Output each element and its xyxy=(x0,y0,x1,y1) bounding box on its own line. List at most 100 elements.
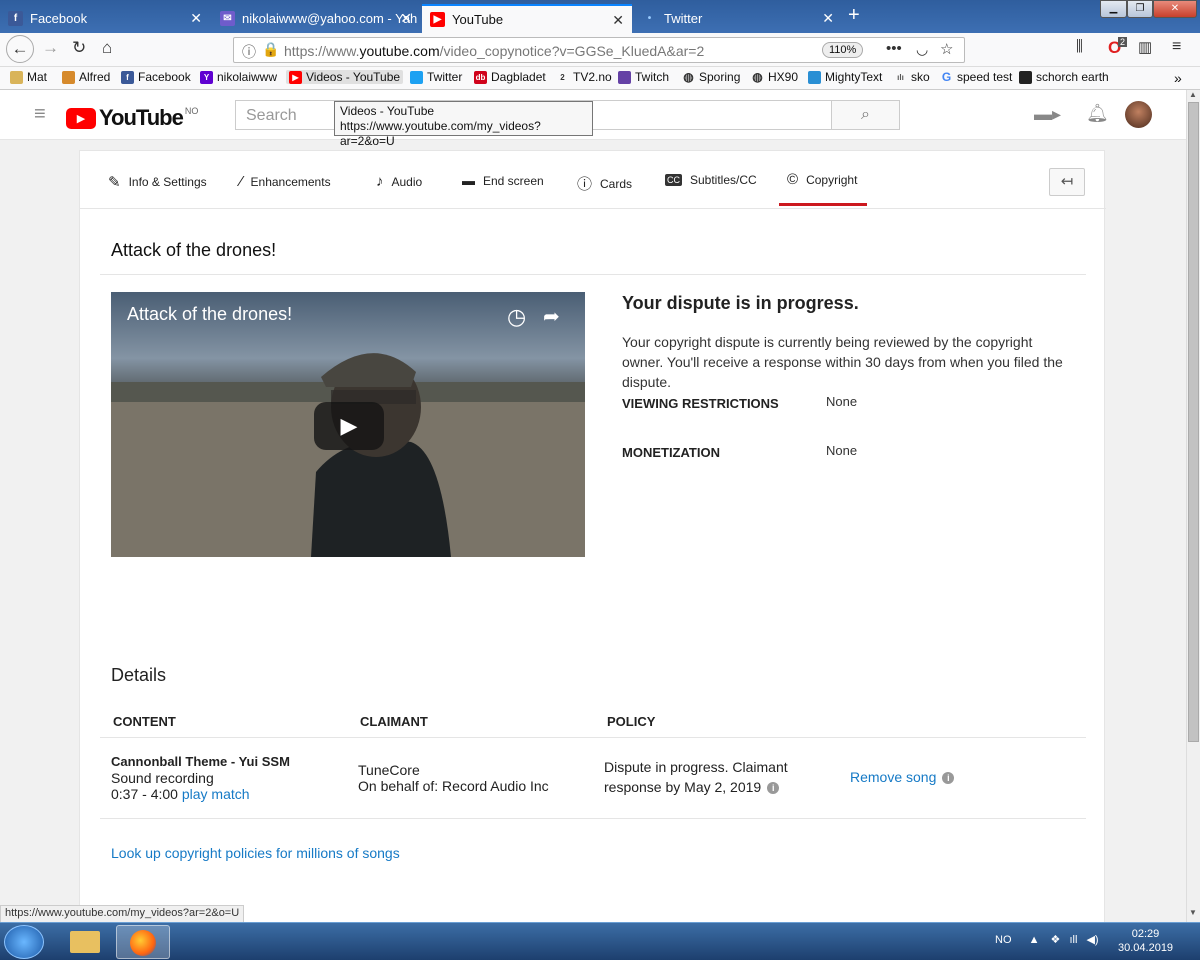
facebook-icon: f xyxy=(121,70,134,84)
tab-facebook[interactable]: f Facebook ✕ xyxy=(0,4,210,33)
windows-taskbar: NO ▲ ❖ ıll ◀) 02:29 30.04.2019 xyxy=(0,922,1200,960)
page-scrollbar[interactable]: ▲ ▼ xyxy=(1186,90,1200,922)
url-bar[interactable]: ⓘ 🔒 https://www.youtube.com/video_copyno… xyxy=(233,37,965,63)
restore-button[interactable]: ❐ xyxy=(1127,0,1153,18)
viewing-restrictions-label: VIEWING RESTRICTIONS xyxy=(622,396,779,411)
bookmark-tv2[interactable]: 2 TV2.no xyxy=(556,70,611,84)
firefox-taskbar-icon[interactable] xyxy=(116,925,170,959)
tab-subtitles[interactable]: CC Subtitles/CC xyxy=(665,173,757,187)
status-bar-url: https://www.youtube.com/my_videos?ar=2&o… xyxy=(0,905,245,923)
tab-enhancements[interactable]: ⁄ Enhancements xyxy=(240,173,331,190)
bookmark-facebook[interactable]: f Facebook xyxy=(121,70,191,84)
tab-youtube[interactable]: ▶ YouTube ✕ xyxy=(422,4,632,33)
tab-label: nikolaiwww@yahoo.com - Yah xyxy=(242,11,418,26)
clock[interactable]: 02:29 30.04.2019 xyxy=(1118,927,1173,955)
divider xyxy=(100,818,1086,819)
tab-copyright[interactable]: © Copyright xyxy=(787,171,857,188)
youtube-logo[interactable]: ▶ YouTube NO xyxy=(66,105,198,131)
dropbox-icon[interactable]: ❖ xyxy=(1051,934,1061,946)
bookmark-mat[interactable]: Mat xyxy=(10,70,47,84)
scroll-up-icon[interactable]: ▲ xyxy=(1189,90,1197,99)
close-window-button[interactable]: ✕ xyxy=(1153,0,1197,18)
bookmark-mightytext[interactable]: MightyText xyxy=(808,70,882,84)
upload-video-icon[interactable]: ▬▸ xyxy=(1034,104,1061,125)
bookmark-star-icon[interactable]: ☆ xyxy=(940,40,953,58)
info-icon[interactable]: ⓘ xyxy=(242,42,256,62)
close-icon[interactable]: ✕ xyxy=(822,10,834,27)
minimize-button[interactable]: ▁ xyxy=(1100,0,1127,18)
remove-song-link[interactable]: Remove song xyxy=(850,769,936,785)
library-icon[interactable]: ⫼ xyxy=(1076,38,1083,55)
search-button[interactable]: ⌕ xyxy=(831,100,900,130)
notification-badge: 2 xyxy=(1118,37,1128,47)
scroll-down-icon[interactable]: ▼ xyxy=(1189,908,1197,917)
google-icon: G xyxy=(941,70,952,84)
bookmark-dagbladet[interactable]: db Dagbladet xyxy=(474,70,546,84)
chevron-right-icon[interactable]: » xyxy=(1174,70,1182,86)
column-header-content: CONTENT xyxy=(113,714,176,729)
bookmark-yahoo[interactable]: Ynikolaiwww xyxy=(200,70,277,84)
facebook-icon: f xyxy=(8,11,23,26)
close-icon[interactable]: ✕ xyxy=(612,12,624,29)
mail-icon: ✉ xyxy=(220,11,235,26)
menu-icon[interactable]: ≡ xyxy=(1172,38,1181,56)
info-icon[interactable]: i xyxy=(942,772,955,785)
forward-button[interactable]: → xyxy=(42,38,59,58)
tab-cards[interactable]: ⓘ Cards xyxy=(577,173,632,194)
bookmark-hx90[interactable]: ◍ HX90 xyxy=(751,70,798,84)
info-icon[interactable]: i xyxy=(767,782,780,795)
bookmark-schorch-earth[interactable]: schorch earth xyxy=(1019,70,1109,84)
share-icon[interactable]: ➦ xyxy=(543,304,560,329)
bookmark-twitch[interactable]: Twitch xyxy=(618,70,669,84)
scrollbar-thumb[interactable] xyxy=(1188,102,1199,742)
avatar[interactable] xyxy=(1125,101,1152,128)
signal-icon[interactable]: ıll xyxy=(1069,934,1077,946)
bookmark-twitter[interactable]: Twitter xyxy=(410,70,462,84)
show-hidden-icons-icon[interactable]: ▲ xyxy=(1029,934,1040,946)
info-icon: ⓘ xyxy=(577,176,593,193)
policy-status-line1: Dispute in progress. Claimant xyxy=(604,759,788,775)
tab-yahoo-mail[interactable]: ✉ nikolaiwww@yahoo.com - Yah ✕ xyxy=(212,4,420,33)
watch-later-icon[interactable]: ◷ xyxy=(507,304,526,330)
column-header-claimant: CLAIMANT xyxy=(360,714,428,729)
tab-label: YouTube xyxy=(452,12,504,27)
new-tab-button[interactable]: + xyxy=(848,4,860,27)
play-button[interactable]: ▶ xyxy=(314,402,384,450)
close-icon[interactable]: ✕ xyxy=(190,10,202,27)
bookmark-sko[interactable]: ılı sko xyxy=(894,70,930,84)
video-overlay-title: Attack of the drones! xyxy=(127,304,293,324)
tab-end-screen[interactable]: ▬ End screen xyxy=(462,173,544,188)
speaker-icon[interactable]: ◀) xyxy=(1086,934,1098,946)
language-indicator[interactable]: NO xyxy=(995,934,1012,946)
video-editor-card: ✎ Info & Settings ⁄ Enhancements ♪ Audio ▬ E… xyxy=(79,150,1106,925)
twitter-icon: • xyxy=(647,13,652,24)
lookup-copyright-link[interactable]: Look up copyright policies for millions … xyxy=(111,845,400,861)
bookmarks-toolbar: Mat Alfred f Facebook Ynikolaiwww ▶ Videos… xyxy=(0,67,1200,90)
play-match-link[interactable]: play match xyxy=(182,786,250,802)
bell-icon[interactable]: 🔔︎ xyxy=(1086,103,1109,124)
tab-twitter[interactable]: • Twitter ✕ xyxy=(634,4,842,33)
tab-info-settings[interactable]: ✎ Info & Settings xyxy=(108,173,207,191)
active-tab-indicator xyxy=(779,203,867,206)
schorch-icon xyxy=(1019,70,1032,84)
hamburger-menu-icon[interactable]: ≡ xyxy=(34,103,46,126)
zoom-level[interactable]: 110% xyxy=(822,42,864,58)
bookmark-sporing[interactable]: ◍ Sporing xyxy=(682,70,740,84)
file-explorer-icon[interactable] xyxy=(58,925,112,959)
reload-button[interactable]: ↻ xyxy=(72,38,86,58)
bookmark-videos-youtube[interactable]: ▶ Videos - YouTube xyxy=(286,70,404,84)
more-actions-icon[interactable]: ••• xyxy=(886,40,902,57)
back-arrow-button[interactable]: ↤ xyxy=(1049,168,1085,196)
video-player[interactable]: Attack of the drones! ◷ ➦ ▶ xyxy=(111,292,585,557)
back-button[interactable]: ← xyxy=(6,35,34,63)
monetization-label: MONETIZATION xyxy=(622,445,720,460)
tab-audio[interactable]: ♪ Audio xyxy=(376,173,422,190)
pocket-icon[interactable]: ◡ xyxy=(916,41,928,58)
start-button[interactable] xyxy=(4,925,44,959)
bookmark-speed-test[interactable]: Gspeed test xyxy=(940,70,1013,84)
home-icon[interactable]: ⌂ xyxy=(102,38,112,58)
bookmark-alfred[interactable]: Alfred xyxy=(62,70,110,84)
sidebar-icon[interactable]: ▥ xyxy=(1138,38,1152,56)
content-time-range: 0:37 - 4:00 play match xyxy=(111,786,250,802)
close-icon[interactable]: ✕ xyxy=(400,10,412,27)
